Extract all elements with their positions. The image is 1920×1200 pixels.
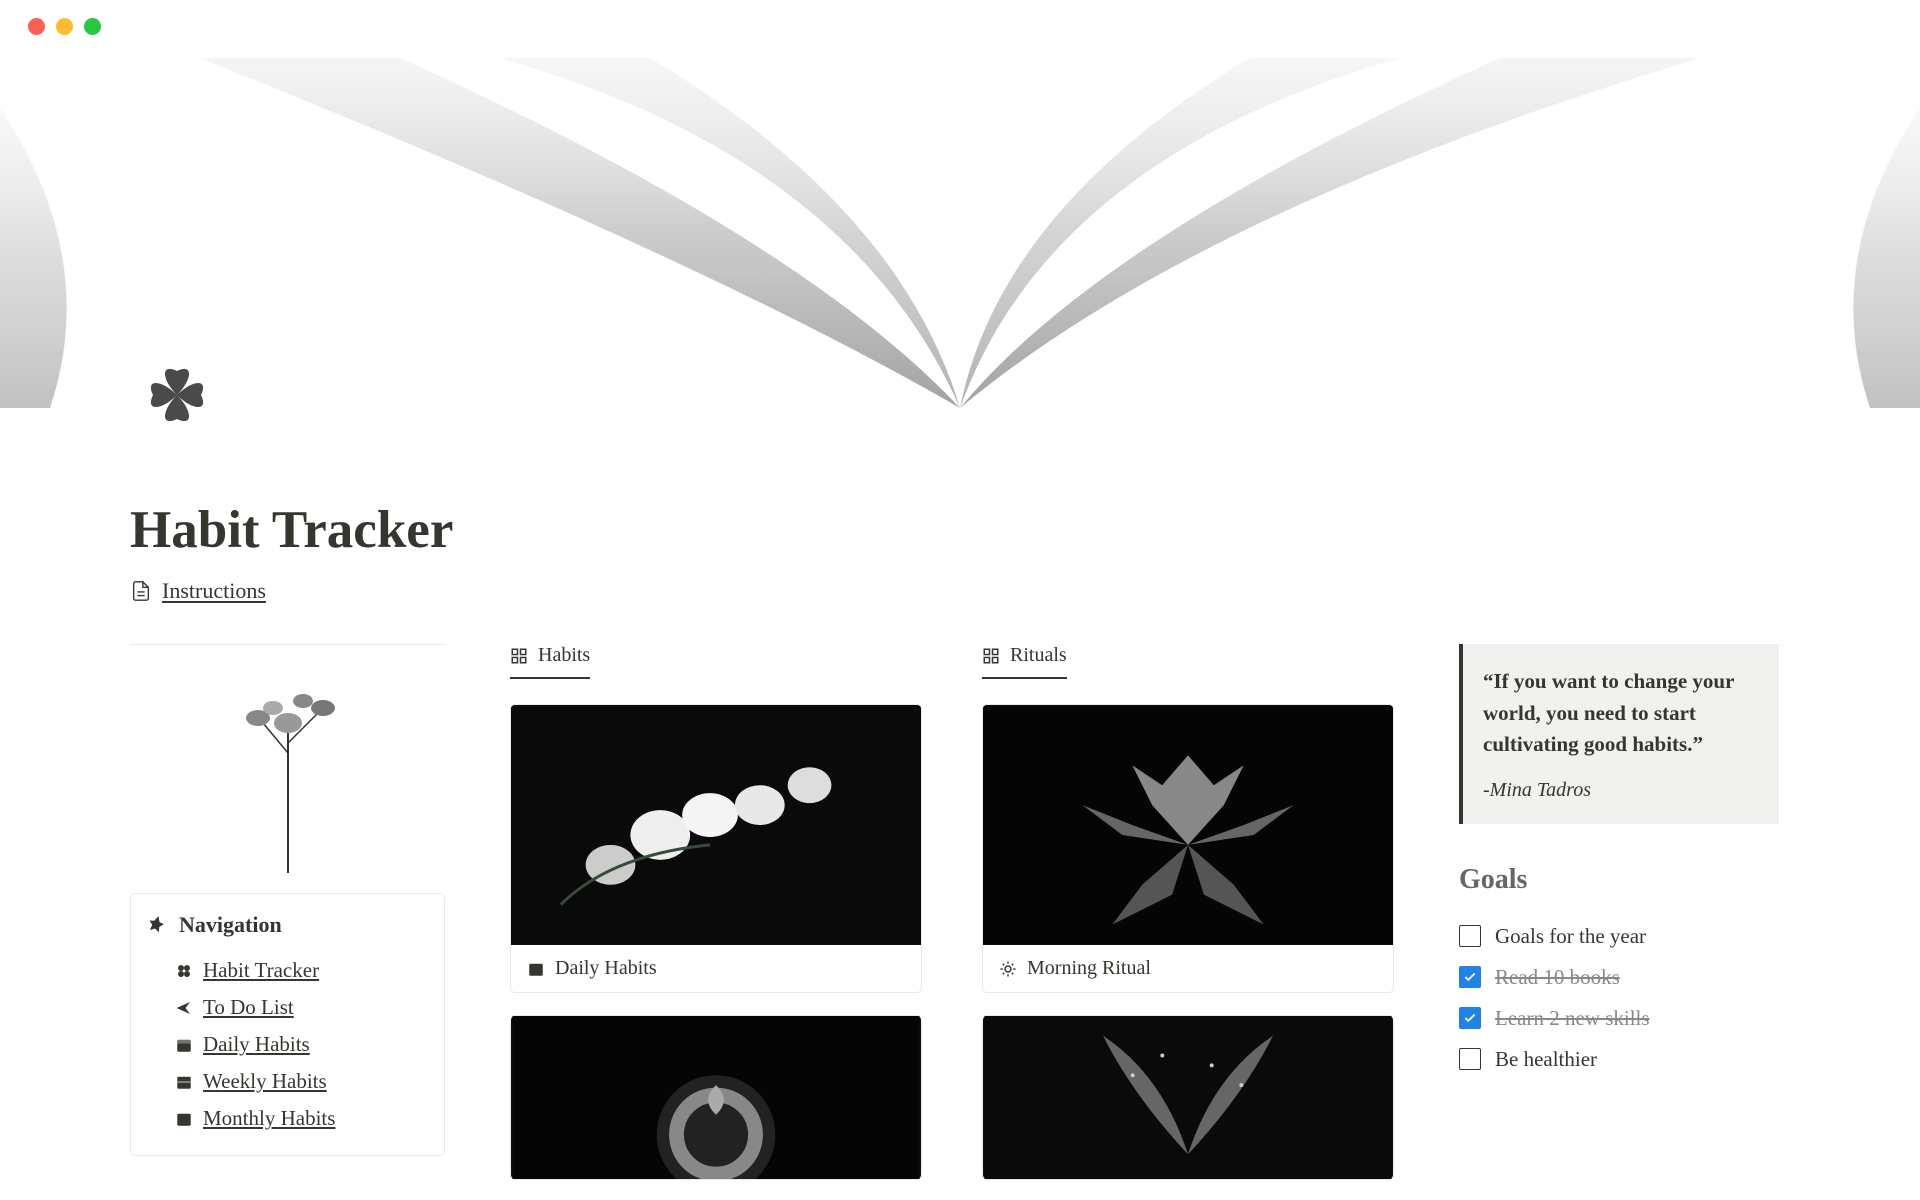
- sidebar-column: Navigation Habit Tracker To Do List Dail…: [130, 644, 445, 1180]
- close-window-button[interactable]: [28, 18, 45, 35]
- checkbox[interactable]: [1459, 925, 1481, 947]
- rituals-card-2[interactable]: [982, 1015, 1394, 1180]
- page-icon-clover[interactable]: [137, 355, 217, 435]
- habits-gallery: Habits Daily Habits: [510, 644, 922, 1180]
- cover-image[interactable]: [0, 58, 1920, 408]
- document-icon: [130, 580, 152, 602]
- calendar-month-icon: [175, 1110, 193, 1128]
- quote-text: “If you want to change your world, you n…: [1483, 666, 1759, 761]
- nav-item-todo[interactable]: To Do List: [145, 989, 430, 1026]
- goals-list: Goals for the year Read 10 books Learn 2 n…: [1459, 916, 1779, 1080]
- calendar-day-icon: [175, 1036, 193, 1054]
- nav-item-weekly[interactable]: Weekly Habits: [145, 1063, 430, 1100]
- right-column: “If you want to change your world, you n…: [1459, 644, 1779, 1180]
- flower-image: [223, 673, 353, 873]
- rituals-gallery: Rituals Morning Ritual: [982, 644, 1394, 1180]
- habits-tab[interactable]: Habits: [510, 644, 590, 679]
- calendar-icon: [527, 960, 545, 978]
- checkbox[interactable]: [1459, 1007, 1481, 1029]
- navigation-heading: Navigation: [145, 912, 430, 938]
- navigation-callout: Navigation Habit Tracker To Do List Dail…: [130, 893, 445, 1156]
- arrow-icon: [175, 999, 193, 1017]
- nav-item-daily[interactable]: Daily Habits: [145, 1026, 430, 1063]
- clover-icon: [175, 962, 193, 980]
- calendar-week-icon: [175, 1073, 193, 1091]
- goal-label: Learn 2 new skills: [1495, 1006, 1650, 1031]
- quote-author: -Mina Tadros: [1483, 779, 1759, 802]
- card-footer: Morning Ritual: [983, 945, 1393, 992]
- nav-item-habit-tracker[interactable]: Habit Tracker: [145, 952, 430, 989]
- card-image: [511, 705, 921, 945]
- goal-item[interactable]: Goals for the year: [1459, 916, 1779, 957]
- checkbox[interactable]: [1459, 966, 1481, 988]
- goal-label: Read 10 books: [1495, 965, 1620, 990]
- grid-icon: [510, 647, 528, 665]
- card-image: [983, 705, 1393, 945]
- page-title[interactable]: Habit Tracker: [130, 500, 1790, 560]
- habits-card-2[interactable]: [510, 1015, 922, 1180]
- instructions-link[interactable]: Instructions: [130, 578, 1790, 604]
- goal-item[interactable]: Read 10 books: [1459, 957, 1779, 998]
- card-footer: Daily Habits: [511, 945, 921, 992]
- checkbox[interactable]: [1459, 1048, 1481, 1070]
- sun-icon: [999, 960, 1017, 978]
- instructions-label: Instructions: [162, 578, 266, 604]
- goal-item[interactable]: Be healthier: [1459, 1039, 1779, 1080]
- nav-item-monthly[interactable]: Monthly Habits: [145, 1100, 430, 1137]
- rituals-tab[interactable]: Rituals: [982, 644, 1067, 679]
- goal-label: Be healthier: [1495, 1047, 1597, 1072]
- pin-icon: [145, 914, 167, 936]
- quote-callout: “If you want to change your world, you n…: [1459, 644, 1779, 824]
- goal-label: Goals for the year: [1495, 924, 1646, 949]
- morning-ritual-card[interactable]: Morning Ritual: [982, 704, 1394, 993]
- goal-item[interactable]: Learn 2 new skills: [1459, 998, 1779, 1039]
- window-controls: [0, 0, 1920, 53]
- goals-heading: Goals: [1459, 864, 1779, 896]
- maximize-window-button[interactable]: [84, 18, 101, 35]
- minimize-window-button[interactable]: [56, 18, 73, 35]
- divider: [130, 644, 445, 645]
- grid-icon: [982, 647, 1000, 665]
- daily-habits-card[interactable]: Daily Habits: [510, 704, 922, 993]
